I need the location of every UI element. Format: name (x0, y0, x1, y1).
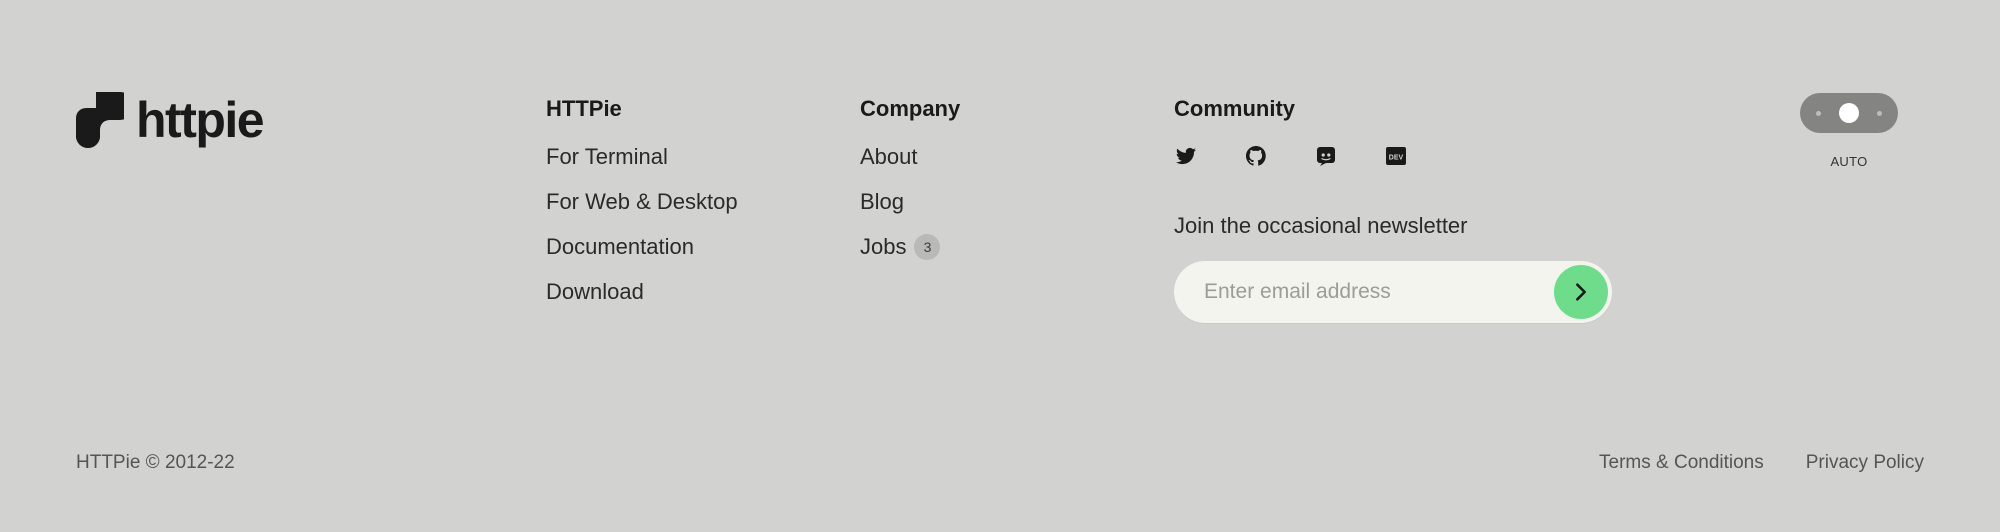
theme-mode-label: AUTO (1830, 154, 1868, 169)
site-footer: httpie HTTPie For Terminal For Web & Des… (0, 0, 2000, 532)
theme-toggle-dot-dark (1877, 111, 1882, 116)
link-for-terminal[interactable]: For Terminal (546, 144, 738, 170)
theme-toggle-dot-light (1816, 111, 1821, 116)
theme-toggle[interactable] (1800, 93, 1898, 133)
theme-toggle-knob[interactable] (1839, 103, 1859, 123)
dev-icon[interactable]: DEV (1384, 144, 1408, 168)
link-jobs-label: Jobs (860, 234, 907, 259)
social-links: DEV (1174, 144, 1612, 168)
link-download[interactable]: Download (546, 279, 738, 305)
footer-column-httpie: HTTPie For Terminal For Web & Desktop Do… (546, 96, 738, 324)
link-jobs[interactable]: Jobs 3 (860, 234, 960, 260)
column-title-community: Community (1174, 96, 1295, 121)
legal-links: Terms & Conditions Privacy Policy (1599, 452, 1924, 474)
chevron-right-icon (1576, 283, 1586, 301)
link-blog[interactable]: Blog (860, 189, 960, 215)
footer-column-company: Company About Blog Jobs 3 (860, 96, 960, 279)
column-title-httpie: HTTPie (546, 96, 622, 121)
github-icon[interactable] (1244, 144, 1268, 168)
twitter-icon[interactable] (1174, 144, 1198, 168)
link-terms-conditions[interactable]: Terms & Conditions (1599, 452, 1764, 474)
httpie-links: For Terminal For Web & Desktop Documenta… (546, 144, 738, 305)
link-about[interactable]: About (860, 144, 960, 170)
jobs-count-badge: 3 (914, 234, 941, 260)
newsletter-form (1174, 261, 1612, 323)
httpie-logo-icon (76, 92, 124, 148)
link-for-web-desktop[interactable]: For Web & Desktop (546, 189, 738, 215)
discord-icon[interactable] (1314, 144, 1338, 168)
dev-icon-text: DEV (1389, 155, 1404, 162)
copyright-text: HTTPie © 2012-22 (76, 452, 235, 473)
newsletter-email-input[interactable] (1204, 261, 1524, 323)
footer-column-community: Community DEV Join the occasional newsle… (1174, 96, 1612, 323)
company-links: About Blog Jobs 3 (860, 144, 960, 260)
brand-wordmark: httpie (136, 92, 265, 148)
link-documentation[interactable]: Documentation (546, 234, 738, 260)
newsletter-submit-button[interactable] (1554, 265, 1608, 319)
newsletter-label: Join the occasional newsletter (1174, 213, 1468, 238)
link-privacy-policy[interactable]: Privacy Policy (1806, 452, 1924, 474)
column-title-company: Company (860, 96, 961, 121)
brand-logo[interactable]: httpie (76, 92, 265, 148)
